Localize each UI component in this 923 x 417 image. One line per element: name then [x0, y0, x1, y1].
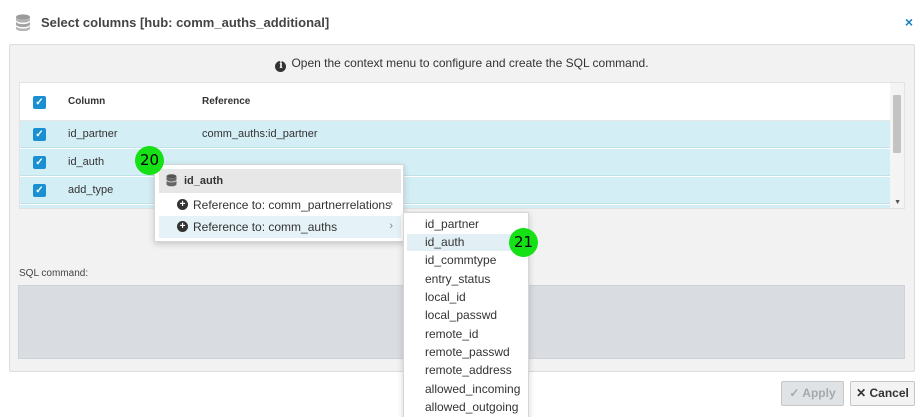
- dialog-titlebar: Select columns [hub: comm_auths_addition…: [0, 0, 923, 44]
- submenu-item[interactable]: remote_passwd: [407, 344, 525, 361]
- table-row[interactable]: ✓ id_partner comm_auths:id_partner: [20, 121, 891, 148]
- check-icon: ✓: [789, 386, 800, 400]
- column-cell: add_type: [68, 184, 114, 196]
- table-row-partial: [20, 205, 891, 209]
- row-checkbox[interactable]: ✓: [33, 184, 46, 197]
- row-checkbox: [33, 208, 46, 209]
- plus-circle-icon: +: [177, 221, 188, 232]
- annotation-badge: 21: [509, 228, 538, 257]
- close-icon: ✕: [856, 386, 867, 400]
- chevron-right-icon: ›: [389, 220, 393, 232]
- scroll-down-arrow-icon[interactable]: ▼: [894, 199, 901, 206]
- info-text: Open the context menu to configure and c…: [291, 56, 649, 70]
- select-all-checkbox[interactable]: ✓: [33, 96, 46, 109]
- reference-cell: comm_auths:id_partner: [202, 128, 318, 140]
- plus-circle-icon: +: [177, 199, 188, 210]
- grid-scrollbar[interactable]: ▼: [890, 83, 904, 208]
- row-checkbox[interactable]: ✓: [33, 156, 46, 169]
- database-icon: [166, 174, 177, 190]
- menu-item-reference-comm-auths[interactable]: + Reference to: comm_auths ›: [159, 216, 401, 238]
- submenu-item[interactable]: local_id: [407, 289, 525, 306]
- scrollbar-thumb[interactable]: [893, 95, 901, 153]
- info-message: i Open the context menu to configure and …: [10, 56, 914, 72]
- dialog-title: Select columns [hub: comm_auths_addition…: [41, 15, 330, 30]
- submenu-item[interactable]: entry_status: [407, 271, 525, 288]
- annotation-badge: 20: [135, 146, 164, 175]
- row-checkbox[interactable]: ✓: [33, 128, 46, 141]
- column-cell: id_partner: [68, 128, 118, 140]
- submenu-item[interactable]: allowed_outgoing: [407, 399, 525, 416]
- close-icon[interactable]: ×: [905, 14, 913, 30]
- apply-label: Apply: [802, 386, 836, 400]
- column-header: Column: [68, 96, 106, 107]
- table-row[interactable]: ✓ add_type: [20, 177, 891, 204]
- sql-command-label: SQL command:: [19, 268, 89, 279]
- menu-item-reference-partnerrelations[interactable]: + Reference to: comm_partnerrelations ›: [159, 194, 401, 216]
- context-menu: id_auth + Reference to: comm_partnerrela…: [154, 164, 404, 242]
- submenu-item[interactable]: id_commtype: [407, 252, 525, 269]
- submenu-item[interactable]: allowed_incoming: [407, 381, 525, 398]
- submenu-item[interactable]: local_passwd: [407, 307, 525, 324]
- submenu-item[interactable]: id_partner: [407, 216, 525, 233]
- apply-button[interactable]: ✓ Apply: [781, 381, 844, 406]
- cancel-label: Cancel: [869, 386, 909, 400]
- chevron-right-icon: ›: [389, 198, 393, 210]
- reference-header: Reference: [202, 96, 251, 107]
- column-cell: id_auth: [68, 156, 105, 168]
- submenu-item-highlighted[interactable]: id_auth: [407, 234, 525, 251]
- context-menu-title: id_auth: [184, 175, 224, 187]
- submenu-item[interactable]: remote_address: [407, 362, 525, 379]
- database-icon: [15, 14, 31, 34]
- menu-item-label: Reference to: comm_auths: [193, 220, 338, 234]
- cancel-button[interactable]: ✕ Cancel: [850, 381, 915, 406]
- grid-header: ✓ Column Reference: [20, 83, 891, 121]
- context-menu-header: id_auth: [159, 169, 401, 193]
- menu-item-label: Reference to: comm_partnerrelations: [193, 198, 392, 212]
- info-icon: i: [275, 61, 287, 72]
- submenu-item[interactable]: remote_id: [407, 326, 525, 343]
